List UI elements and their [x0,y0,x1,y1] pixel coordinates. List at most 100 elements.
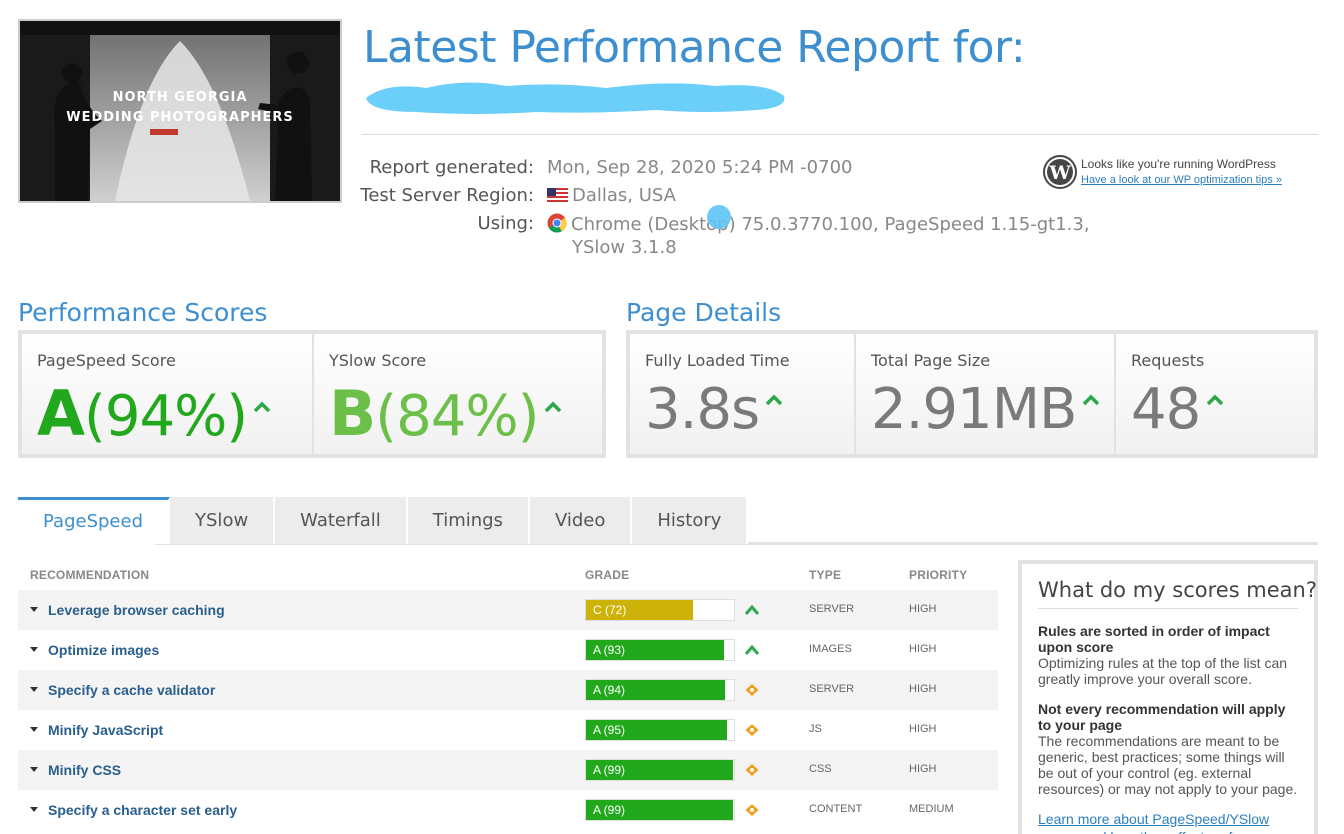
tab-waterfall[interactable]: Waterfall [275,497,408,544]
col-header-recommendation: RECOMMENDATION [30,568,150,582]
tab-video[interactable]: Video [529,497,633,544]
tab-history[interactable]: History [632,497,749,544]
grade-bar: C (72) [585,599,735,621]
expand-caret-icon[interactable] [30,647,38,652]
trend-same-icon [745,724,759,736]
thumbnail-text-1: NORTH GEORGIA [113,90,248,105]
recommendation-priority: HIGH [909,603,937,615]
tab-yslow[interactable]: YSlow [170,497,276,544]
col-header-priority: PRIORITY [909,568,968,582]
pagespeed-grade: A [37,377,85,450]
expand-caret-icon[interactable] [30,727,38,732]
wordpress-tips-link[interactable]: Have a look at our WP optimization tips … [1081,174,1282,186]
requests-trend-up-icon [1207,394,1224,406]
grade-bar: A (94) [585,679,735,701]
requests-card: Requests 48 [1116,334,1314,454]
yslow-grade: B [329,377,376,450]
region-value: Dallas, USA [572,185,676,206]
us-flag-icon [547,188,568,202]
tab-pagespeed[interactable]: PageSpeed [18,497,171,544]
trend-up-icon [744,644,760,655]
recommendation-priority: HIGH [909,683,937,695]
requests-label: Requests [1131,351,1205,370]
redacted-url-scribble [366,82,785,114]
trend-same-icon [745,684,759,696]
recommendation-name[interactable]: Leverage browser caching [48,602,225,618]
grade-bar: A (99) [585,759,735,781]
grade-bar-label: A (99) [593,803,626,817]
performance-scores-panel: PageSpeed Score A(94%) YSlow Score B(84%… [18,330,606,458]
page-details-title: Page Details [626,298,782,327]
wordpress-text: Looks like you're running WordPress [1081,157,1276,171]
load-time-card: Fully Loaded Time 3.8s [630,334,854,454]
load-time-trend-up-icon [765,394,783,406]
recommendation-priority: MEDIUM [909,803,954,815]
yslow-percent: (84%) [375,384,539,449]
recommendation-name[interactable]: Specify a cache validator [48,682,215,698]
grade-bar: A (95) [585,719,735,741]
scores-help-title: What do my scores mean? [1038,578,1317,609]
load-time-value: 3.8s [645,377,760,442]
using-value-line1: Chrome (Desktop) 75.0.3770.100, PageSpee… [571,214,1090,235]
expand-caret-icon[interactable] [30,767,38,772]
expand-caret-icon[interactable] [30,807,38,812]
report-tabs: PageSpeed YSlow Waterfall Timings Video … [18,497,749,544]
report-title: Latest Performance Report for: [363,22,1026,73]
expand-caret-icon[interactable] [30,687,38,692]
load-time-label: Fully Loaded Time [645,351,790,370]
tab-timings[interactable]: Timings [407,497,530,544]
site-thumbnail: NORTH GEORGIA WEDDING PHOTOGRAPHERS [18,19,342,203]
scores-help-text-1: Optimizing rules at the top of the list … [1038,655,1288,687]
recommendation-type: SERVER [809,603,855,615]
recommendation-name[interactable]: Specify a character set early [48,802,237,818]
yslow-score-card: YSlow Score B(84%) [314,334,602,454]
page-size-label: Total Page Size [871,351,991,370]
recommendation-type: JS [809,723,822,735]
recommendation-type: CSS [809,763,832,775]
learn-more-link[interactable]: Learn more about PageSpeed/YSlow scores … [1038,811,1291,834]
wordpress-notice: W Looks like you're running WordPress Ha… [1043,155,1323,195]
recommendation-name[interactable]: Minify JavaScript [48,722,163,738]
expand-caret-icon[interactable] [30,607,38,612]
region-label: Test Server Region: [360,185,534,206]
requests-value: 48 [1131,377,1201,442]
recommendation-priority: HIGH [909,643,937,655]
scores-help-heading-2: Not every recommendation will apply to y… [1038,701,1286,733]
performance-scores-title: Performance Scores [18,298,268,327]
thumbnail-text-2: WEDDING PHOTOGRAPHERS [66,110,294,125]
grade-bar-label: A (94) [593,683,626,697]
svg-text:W: W [1048,162,1071,184]
table-row[interactable]: Minify JavaScript A (95) JS HIGH [18,710,998,750]
table-row[interactable]: Specify a character set early A (99) CONTE… [18,790,998,830]
recommendation-priority: HIGH [909,723,937,735]
page-size-trend-up-icon [1083,394,1100,406]
col-header-type: TYPE [809,568,842,582]
grade-bar-label: A (99) [593,763,626,777]
recommendation-type: CONTENT [809,803,863,815]
report-generated-label: Report generated: [369,157,534,178]
recommendation-name[interactable]: Optimize images [48,642,159,658]
cursor-indicator [707,205,731,229]
table-row[interactable]: Specify a cache validator A (94) SERVER HIG… [18,670,998,710]
pagespeed-percent: (94%) [83,384,248,449]
table-row[interactable]: Optimize images A (93) IMAGES HIGH [18,630,998,670]
table-row[interactable]: Minify CSS A (99) CSS HIGH [18,750,998,790]
pagespeed-score-card: PageSpeed Score A(94%) [22,334,312,454]
trend-same-icon [745,764,759,776]
using-value-line2: YSlow 3.1.8 [572,237,677,258]
recommendation-type: SERVER [809,683,855,695]
pagespeed-trend-up-icon [253,401,271,413]
report-generated-value: Mon, Sep 28, 2020 5:24 PM -0700 [547,157,853,178]
page-size-value: 2.91MB [871,377,1077,442]
grade-bar-label: A (93) [593,643,626,657]
yslow-trend-up-icon [545,401,562,413]
table-row[interactable]: Leverage browser caching C (72) SERVER HIGH [18,590,998,630]
chrome-icon [547,213,567,233]
grade-bar: A (93) [585,639,735,661]
recommendation-name[interactable]: Minify CSS [48,762,121,778]
using-label: Using: [477,213,534,234]
trend-same-icon [745,804,759,816]
page-size-card: Total Page Size 2.91MB [856,334,1114,454]
scores-help-text-2: The recommendations are meant to be gene… [1038,733,1298,797]
scores-help-panel: What do my scores mean? Rules are sorted… [1018,560,1318,834]
